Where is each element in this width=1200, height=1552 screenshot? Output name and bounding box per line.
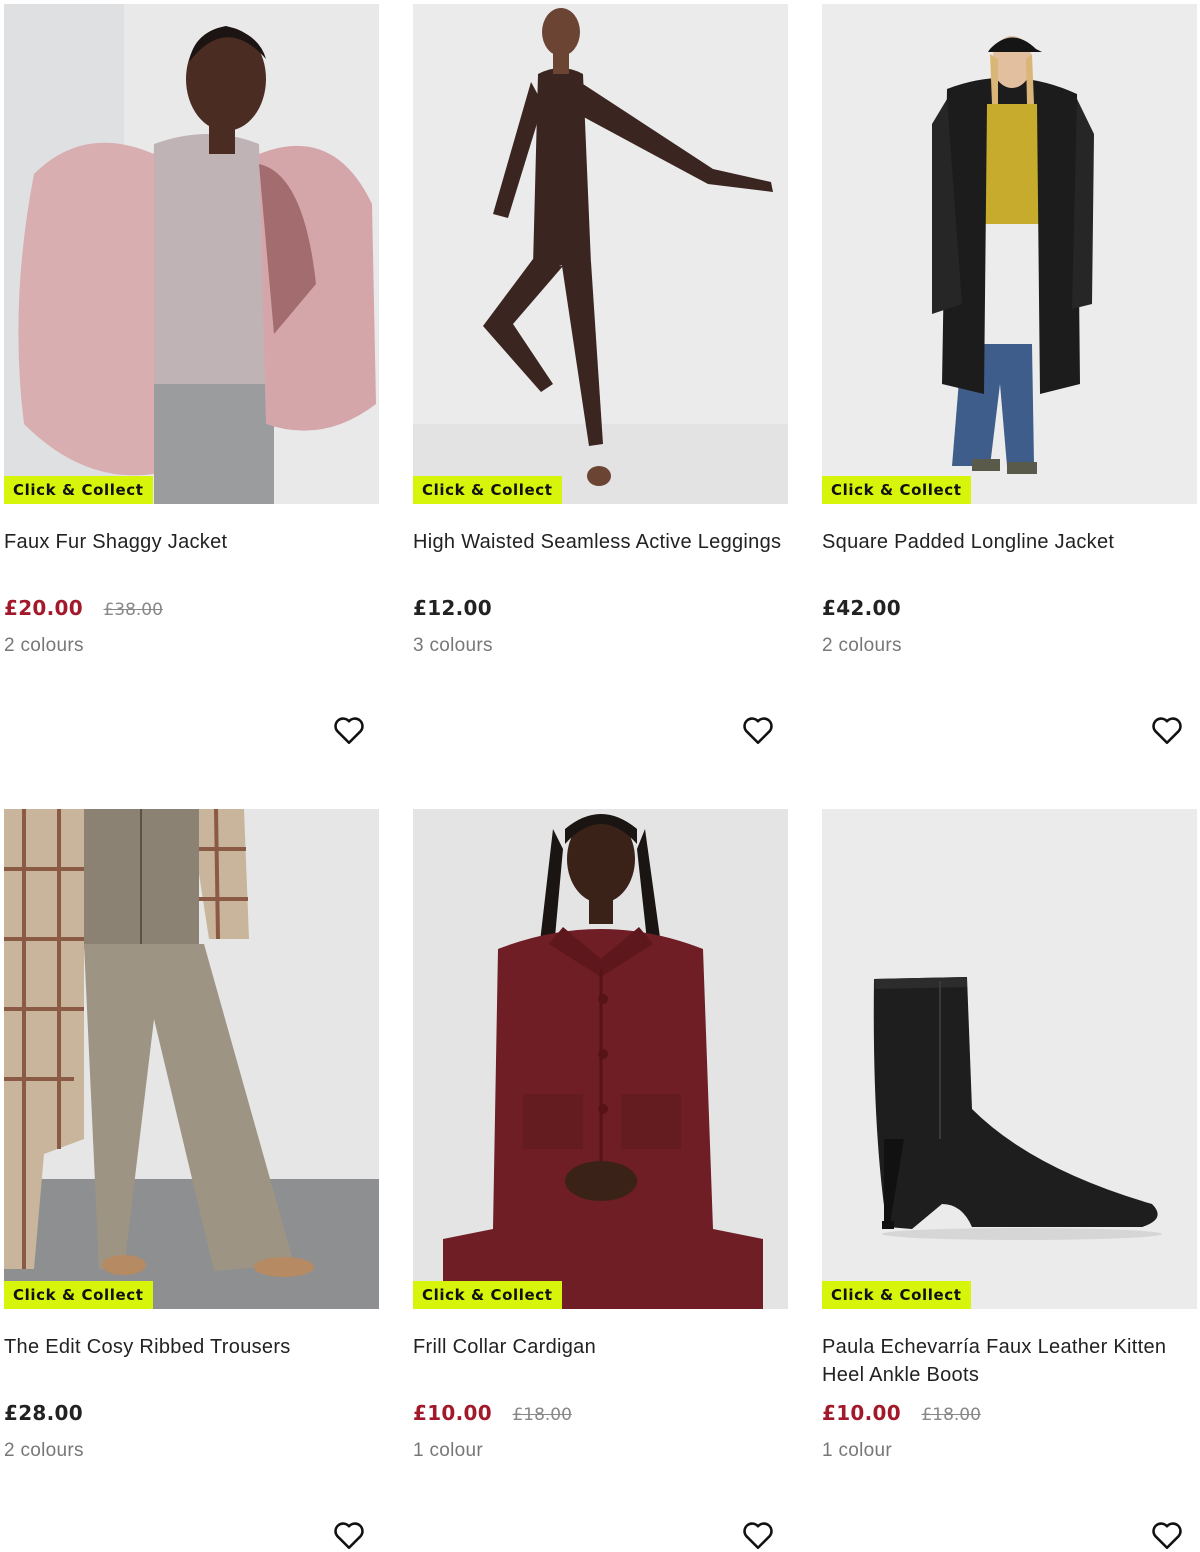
- wishlist-heart-icon[interactable]: [1149, 1517, 1185, 1552]
- colour-count: 1 colour: [822, 1440, 892, 1461]
- price-row: £10.00 £18.00: [413, 1401, 572, 1431]
- wishlist-heart-icon[interactable]: [740, 1517, 776, 1552]
- price: £42.00: [822, 596, 901, 620]
- product-photo: [822, 4, 1197, 504]
- wishlist-heart-icon[interactable]: [740, 712, 776, 748]
- product-image[interactable]: Click & Collect: [413, 4, 788, 504]
- price-row: £10.00 £18.00: [822, 1401, 981, 1431]
- product-title[interactable]: The Edit Cosy Ribbed Trousers: [4, 1333, 379, 1361]
- price-row: £20.00 £38.00: [4, 596, 163, 626]
- product-card[interactable]: Click & Collect Paula Echevarría Faux Le…: [822, 809, 1197, 1552]
- colour-count: 3 colours: [413, 635, 493, 656]
- product-card[interactable]: Click & Collect Frill Collar Cardigan £1…: [413, 809, 788, 1552]
- product-photo: [4, 809, 379, 1309]
- product-photo: [413, 809, 788, 1309]
- product-image[interactable]: Click & Collect: [822, 4, 1197, 504]
- product-card[interactable]: Click & Collect High Waisted Seamless Ac…: [413, 4, 788, 794]
- product-card[interactable]: Click & Collect The Edit Cosy Ribbed Tro…: [4, 809, 379, 1552]
- wishlist-heart-icon[interactable]: [331, 712, 367, 748]
- sale-price: £10.00: [822, 1401, 901, 1425]
- click-collect-badge: Click & Collect: [4, 476, 153, 504]
- sale-price: £10.00: [413, 1401, 492, 1425]
- click-collect-badge: Click & Collect: [4, 1281, 153, 1309]
- product-grid: Click & Collect Faux Fur Shaggy Jacket £…: [0, 0, 1200, 1552]
- price-row: £42.00: [822, 596, 901, 626]
- colour-count: 2 colours: [4, 635, 84, 656]
- product-image[interactable]: Click & Collect: [822, 809, 1197, 1309]
- was-price: £18.00: [921, 1405, 981, 1425]
- colour-count: 2 colours: [822, 635, 902, 656]
- product-photo: [822, 809, 1197, 1309]
- product-title[interactable]: Paula Echevarría Faux Leather Kitten Hee…: [822, 1333, 1197, 1389]
- product-photo: [413, 4, 788, 504]
- product-image[interactable]: Click & Collect: [4, 4, 379, 504]
- product-title[interactable]: Frill Collar Cardigan: [413, 1333, 788, 1361]
- click-collect-badge: Click & Collect: [413, 476, 562, 504]
- sale-price: £20.00: [4, 596, 83, 620]
- click-collect-badge: Click & Collect: [413, 1281, 562, 1309]
- product-image[interactable]: Click & Collect: [413, 809, 788, 1309]
- product-image[interactable]: Click & Collect: [4, 809, 379, 1309]
- product-card[interactable]: Click & Collect Faux Fur Shaggy Jacket £…: [4, 4, 379, 794]
- wishlist-heart-icon[interactable]: [1149, 712, 1185, 748]
- product-photo: [4, 4, 379, 504]
- click-collect-badge: Click & Collect: [822, 476, 971, 504]
- was-price: £38.00: [103, 600, 163, 620]
- product-title[interactable]: Faux Fur Shaggy Jacket: [4, 528, 379, 556]
- price-row: £28.00: [4, 1401, 83, 1431]
- product-title[interactable]: Square Padded Longline Jacket: [822, 528, 1197, 556]
- price: £12.00: [413, 596, 492, 620]
- product-title[interactable]: High Waisted Seamless Active Leggings: [413, 528, 788, 556]
- price: £28.00: [4, 1401, 83, 1425]
- was-price: £18.00: [512, 1405, 572, 1425]
- colour-count: 2 colours: [4, 1440, 84, 1461]
- price-row: £12.00: [413, 596, 492, 626]
- product-card[interactable]: Click & Collect Square Padded Longline J…: [822, 4, 1197, 794]
- colour-count: 1 colour: [413, 1440, 483, 1461]
- click-collect-badge: Click & Collect: [822, 1281, 971, 1309]
- wishlist-heart-icon[interactable]: [331, 1517, 367, 1552]
